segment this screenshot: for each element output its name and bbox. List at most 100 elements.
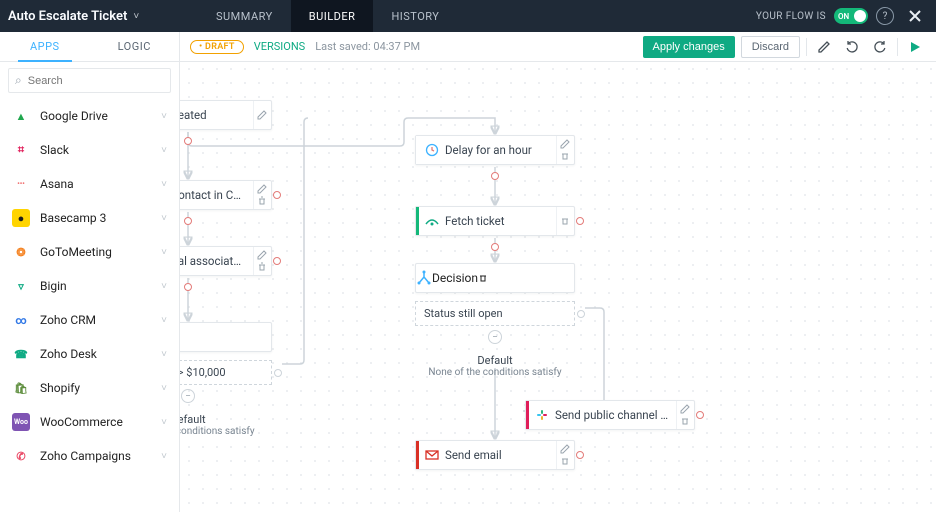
node-decision-2[interactable]: Decision Status still open − Default Non…: [415, 263, 575, 378]
app-item-bigin[interactable]: ▿Bigin˅: [0, 269, 179, 303]
app-item-label: Slack: [40, 143, 69, 157]
condition-port[interactable]: [274, 369, 282, 377]
app-item-label: Basecamp 3: [40, 211, 106, 225]
node-send-email[interactable]: Send email: [415, 440, 575, 470]
zoho-desk-icon: ☎: [12, 345, 30, 363]
zohocampaigns-icon: ✆: [12, 447, 30, 465]
trash-icon[interactable]: [257, 262, 269, 272]
chevron-down-icon: ˅: [161, 315, 167, 326]
versions-link[interactable]: VERSIONS: [254, 40, 306, 53]
draft-chip: • DRAFT: [190, 40, 244, 54]
zoho-crm-icon: ∞: [12, 311, 30, 329]
flow-status-label: YOUR FLOW IS: [756, 11, 826, 22]
app-item-asana[interactable]: •••Asana˅: [0, 167, 179, 201]
node-fetch-ticket[interactable]: Fetch ticket: [415, 206, 575, 236]
app-item-woocommerce[interactable]: WooWooCommerce˅: [0, 405, 179, 439]
app-item-label: Zoho Campaigns: [40, 449, 131, 463]
close-button[interactable]: [902, 3, 928, 29]
flow-title-text: Auto Escalate Ticket: [8, 9, 127, 24]
app-item-shopify[interactable]: 🛍Shopify˅: [0, 371, 179, 405]
node-slack-message[interactable]: Send public channel m...: [525, 400, 695, 430]
pencil-icon[interactable]: [257, 110, 269, 120]
chevron-down-icon: ˅: [161, 179, 167, 190]
app-item-google-drive[interactable]: ▲ Google Drive ˅: [0, 99, 179, 133]
branch-icon: [416, 270, 432, 286]
trash-icon[interactable]: [257, 196, 269, 206]
output-port[interactable]: [184, 217, 192, 225]
trash-icon[interactable]: [560, 151, 572, 161]
app-item-zoho-campaigns[interactable]: ✆ Zoho Campaigns ˅: [0, 439, 179, 473]
google-drive-icon: ▲: [12, 107, 30, 125]
last-saved: Last saved: 04:37 PM: [315, 40, 420, 53]
node-delay[interactable]: Delay for an hour: [415, 135, 575, 165]
remove-condition-icon[interactable]: −: [181, 389, 195, 403]
chevron-down-icon: ˅: [161, 281, 167, 292]
output-port[interactable]: [184, 137, 192, 145]
chevron-down-icon: ˅: [161, 451, 167, 462]
left-tab-logic[interactable]: LOGIC: [90, 32, 180, 61]
trash-icon[interactable]: [478, 273, 488, 283]
woocommerce-icon: Woo: [12, 413, 30, 431]
zoho-desk-icon: [419, 213, 445, 229]
chevron-down-icon: ˅: [161, 247, 167, 258]
trash-icon[interactable]: [680, 416, 692, 426]
action-bar: • DRAFT VERSIONS Last saved: 04:37 PM Ap…: [180, 32, 936, 62]
search-icon: ⌕: [15, 73, 22, 88]
tab-builder[interactable]: BUILDER: [291, 0, 374, 32]
tab-summary[interactable]: SUMMARY: [198, 0, 291, 32]
condition-port[interactable]: [577, 310, 585, 318]
search-input[interactable]: [28, 75, 170, 87]
app-item-label: Zoho Desk: [40, 347, 97, 361]
condition-row[interactable]: Status still open: [415, 301, 575, 326]
output-port[interactable]: [184, 283, 192, 291]
app-item-slack[interactable]: ⌗ Slack ˅: [0, 133, 179, 167]
output-port[interactable]: [273, 191, 281, 199]
chevron-down-icon: ˅: [133, 11, 139, 22]
tab-history[interactable]: HISTORY: [373, 0, 457, 32]
chevron-down-icon: ˅: [161, 383, 167, 394]
app-item-zoho-crm[interactable]: ∞Zoho CRM˅: [0, 303, 179, 337]
trash-icon[interactable]: [560, 456, 572, 466]
output-port[interactable]: [491, 172, 499, 180]
app-item-label: WooCommerce: [40, 415, 123, 429]
app-item-basecamp-3[interactable]: ●Basecamp 3˅: [0, 201, 179, 235]
undo-icon[interactable]: [841, 36, 863, 58]
run-button[interactable]: [904, 36, 926, 58]
apps-list: ▲Google Drive˅⌗Slack˅•••Asana˅●Basecamp …: [0, 99, 179, 512]
clock-icon: [419, 142, 445, 158]
discard-button[interactable]: Discard: [741, 36, 800, 58]
help-icon[interactable]: ?: [876, 7, 894, 25]
output-port[interactable]: [696, 411, 704, 419]
pencil-icon[interactable]: [257, 250, 269, 260]
app-item-zoho-desk[interactable]: ☎Zoho Desk˅: [0, 337, 179, 371]
output-port[interactable]: [273, 257, 281, 265]
app-item-label: Google Drive: [40, 109, 108, 123]
chevron-down-icon: ˅: [161, 145, 167, 156]
apply-changes-button[interactable]: Apply changes: [643, 36, 735, 58]
redo-icon[interactable]: [869, 36, 891, 58]
app-item-gotomeeting[interactable]: ❂GoToMeeting˅: [0, 235, 179, 269]
pencil-icon[interactable]: [257, 184, 269, 194]
left-panel: APPS LOGIC ⌕ ▲Google Drive˅⌗Slack˅•••Asa…: [0, 32, 180, 512]
edit-icon[interactable]: [813, 36, 835, 58]
left-tab-apps[interactable]: APPS: [0, 32, 90, 61]
app-item-label: Shopify: [40, 381, 80, 395]
pencil-icon[interactable]: [560, 444, 572, 454]
flow-title[interactable]: Auto Escalate Ticket ˅: [8, 9, 198, 24]
search-field[interactable]: ⌕: [8, 68, 171, 93]
chevron-down-icon: ˅: [161, 111, 167, 122]
flow-status-toggle[interactable]: ON: [834, 8, 868, 24]
pencil-icon[interactable]: [680, 404, 692, 414]
output-port[interactable]: [576, 217, 584, 225]
decision-default: Default None of the conditions satisfy: [415, 354, 575, 378]
gotomeeting-icon: ❂: [12, 243, 30, 261]
output-port[interactable]: [576, 451, 584, 459]
pencil-icon[interactable]: [560, 139, 572, 149]
top-tabs: SUMMARY BUILDER HISTORY: [198, 0, 457, 32]
output-port[interactable]: [491, 243, 499, 251]
basecamp-icon: ●: [12, 209, 30, 227]
trash-icon[interactable]: [560, 216, 572, 226]
slack-icon: [529, 407, 555, 423]
slack-icon: ⌗: [12, 141, 30, 159]
remove-condition-icon[interactable]: −: [488, 330, 502, 344]
